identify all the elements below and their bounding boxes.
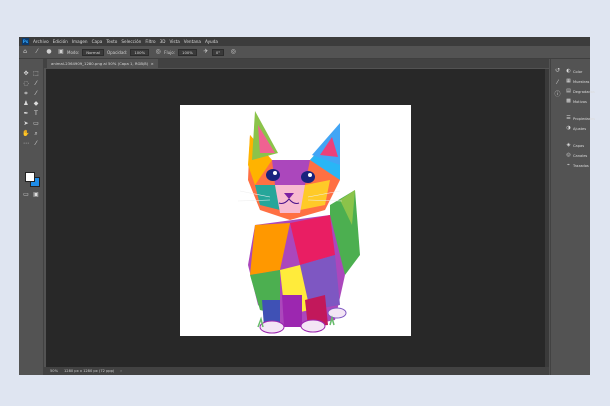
right-panel-dock: ◐ Color ▦ Muestras ▤ Degradados ▩ Motivo…: [564, 59, 595, 375]
menu-capa[interactable]: Capa: [92, 39, 103, 44]
brush-tool-icon[interactable]: ⁄: [34, 49, 40, 55]
shape-tool-icon[interactable]: ▭: [32, 120, 40, 128]
close-icon[interactable]: ×: [149, 61, 154, 66]
brush-preset-icon[interactable]: ●: [46, 49, 52, 55]
menu-texto[interactable]: Texto: [106, 39, 117, 44]
document-canvas[interactable]: [180, 105, 411, 336]
panel-color[interactable]: ◐ Color: [566, 68, 582, 75]
menu-ayuda[interactable]: Ayuda: [205, 39, 218, 44]
more-tools-icon[interactable]: ⋯: [22, 140, 30, 148]
menu-imagen[interactable]: Imagen: [72, 39, 88, 44]
panel-patterns[interactable]: ▩ Motivos: [566, 98, 587, 105]
pressure-size-icon[interactable]: ◎: [230, 49, 236, 55]
menu-edicion[interactable]: Edición: [53, 39, 68, 44]
info-icon[interactable]: ⓘ: [554, 91, 561, 98]
eraser-tool-icon[interactable]: ◆: [32, 100, 40, 108]
options-bar: ⌂ ⁄ ● ▣ Modo: Normal Opacidad: 100% ◎ Fl…: [19, 46, 590, 59]
panel-channels[interactable]: ◎ Canales: [566, 152, 587, 159]
document-tab[interactable]: animal-2364909_1280.png al 50% (Capa 1, …: [47, 59, 158, 68]
menu-ventana[interactable]: Ventana: [184, 39, 201, 44]
angle-field[interactable]: 0°: [211, 48, 225, 56]
status-bar: 50% 1280 px x 1280 px (72 ppp) ›: [44, 367, 549, 375]
hand-tool-icon[interactable]: ✋: [22, 130, 30, 138]
menu-filtro[interactable]: Filtro: [145, 39, 155, 44]
document-tab-title: animal-2364909_1280.png al 50% (Capa 1, …: [51, 61, 149, 66]
zoom-tool-icon[interactable]: ⌕: [32, 130, 40, 138]
mode-select[interactable]: Normal: [82, 48, 104, 56]
pattern-icon: ▩: [566, 98, 571, 104]
panel-swatches[interactable]: ▦ Muestras: [566, 78, 589, 85]
chevron-right-icon[interactable]: ›: [120, 369, 121, 373]
lasso-tool-icon[interactable]: ◌: [22, 80, 30, 88]
canvas-area[interactable]: [46, 69, 545, 367]
marquee-tool-icon[interactable]: ⬚: [32, 70, 40, 78]
layers-icon: ◈: [566, 142, 571, 148]
flow-label: Flujo:: [164, 49, 176, 55]
panel-gradients[interactable]: ▤ Degradados: [566, 88, 595, 95]
brush-tool-icon[interactable]: ⁄: [32, 140, 40, 148]
quick-mask-icon[interactable]: ▭: [22, 191, 30, 199]
flow-field[interactable]: 100%: [178, 48, 197, 56]
document-tab-bar: animal-2364909_1280.png al 50% (Capa 1, …: [44, 59, 549, 68]
menu-bar: Ps Archivo Edición Imagen Capa Texto Sel…: [19, 37, 590, 46]
document-dimensions: 1280 px x 1280 px (72 ppp): [64, 369, 115, 373]
menu-3d[interactable]: 3D: [160, 39, 166, 44]
history-icon[interactable]: ↺: [554, 67, 561, 74]
brush-settings-icon[interactable]: ⁄: [554, 79, 561, 86]
mode-label: Modo:: [67, 49, 80, 55]
move-tool-icon[interactable]: ✥: [22, 70, 30, 78]
paths-icon: ⌁: [566, 162, 570, 168]
path-select-tool-icon[interactable]: ➤: [22, 120, 30, 128]
screen-mode-icon[interactable]: ▣: [32, 191, 40, 199]
app-logo: Ps: [22, 38, 29, 45]
tools-panel: ✥ ⬚ ◌ ⁄ ⌗ ⁄ ♟ ◆ ✒ T ➤ ▭ ✋ ⌕ ⋯ ⁄ ▭ ▣: [19, 59, 44, 375]
stamp-tool-icon[interactable]: ♟: [22, 100, 30, 108]
panel-properties[interactable]: ☰ Propiedades: [566, 115, 595, 122]
zoom-level[interactable]: 50%: [50, 369, 58, 373]
panel-layers[interactable]: ◈ Capas: [566, 142, 585, 149]
vertical-scrollbar[interactable]: [545, 69, 549, 367]
properties-icon: ☰: [566, 115, 571, 121]
menu-seleccion[interactable]: Selección: [121, 39, 141, 44]
panel-adjustments[interactable]: ◑ Ajustes: [566, 125, 586, 132]
foreground-color-swatch[interactable]: [25, 172, 35, 182]
channels-icon: ◎: [566, 152, 571, 158]
type-tool-icon[interactable]: T: [32, 110, 40, 118]
quick-select-tool-icon[interactable]: ⁄: [32, 80, 40, 88]
crop-tool-icon[interactable]: ⌗: [22, 90, 30, 98]
color-wheel-icon: ◐: [566, 68, 571, 74]
opacity-field[interactable]: 100%: [130, 48, 150, 56]
opacity-label: Opacidad:: [106, 49, 128, 55]
cat-artwork: [237, 111, 360, 334]
panel-paths[interactable]: ⌁ Trazados: [566, 162, 589, 169]
pen-tool-icon[interactable]: ✒: [22, 110, 30, 118]
gradient-icon: ▤: [566, 88, 571, 94]
photoshop-window: Ps Archivo Edición Imagen Capa Texto Sel…: [19, 37, 595, 375]
menu-vista[interactable]: Vista: [169, 39, 179, 44]
swatches-icon: ▦: [566, 78, 571, 84]
panel-icon-strip: ↺ ⁄ ⓘ: [550, 59, 565, 375]
adjustments-icon: ◑: [566, 125, 571, 131]
pressure-opacity-icon[interactable]: ◎: [155, 49, 161, 55]
brush-settings-icon[interactable]: ▣: [58, 49, 64, 55]
airbrush-icon[interactable]: ✈: [203, 49, 209, 55]
home-icon[interactable]: ⌂: [22, 49, 28, 55]
menu-archivo[interactable]: Archivo: [33, 39, 49, 44]
eyedropper-tool-icon[interactable]: ⁄: [32, 90, 40, 98]
